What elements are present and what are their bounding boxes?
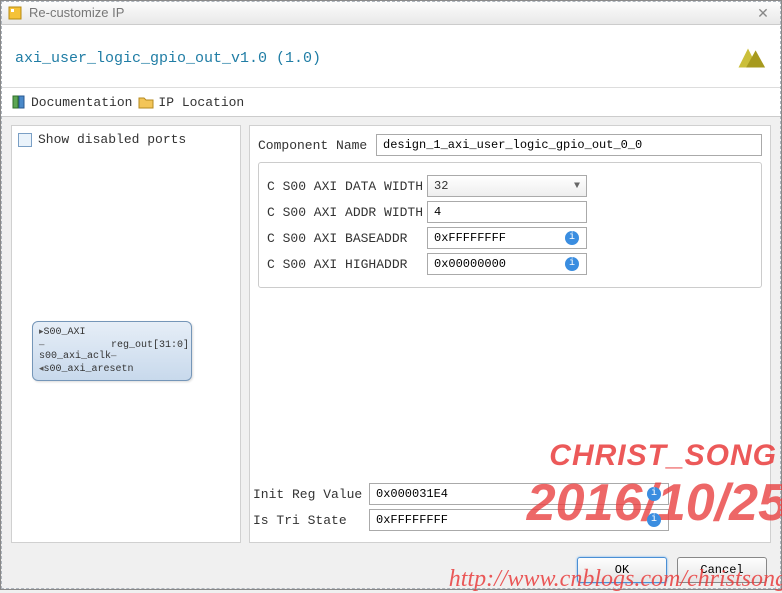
cancel-button[interactable]: Cancel: [677, 557, 767, 583]
highaddr-label: C S00 AXI HIGHADDR: [267, 257, 427, 272]
info-icon[interactable]: i: [647, 487, 661, 501]
info-icon[interactable]: i: [647, 513, 661, 527]
close-icon[interactable]: ✕: [751, 5, 775, 21]
port-reg-out: reg_out[31:0]: [111, 340, 189, 351]
preview-pane: Show disabled ports ▸S00_AXI —s00_axi_ac…: [11, 125, 241, 543]
show-disabled-ports-label: Show disabled ports: [38, 132, 186, 147]
info-icon[interactable]: i: [565, 257, 579, 271]
info-icon[interactable]: i: [565, 231, 579, 245]
show-disabled-ports-checkbox[interactable]: [18, 133, 32, 147]
button-bar: OK Cancel: [577, 557, 767, 583]
documentation-label: Documentation: [31, 95, 132, 110]
data-width-dropdown[interactable]: 32 ▼: [427, 175, 587, 197]
ip-block-diagram[interactable]: ▸S00_AXI —s00_axi_aclkreg_out[31:0]— ◂s0…: [32, 321, 192, 381]
titlebar: Re-customize IP ✕: [1, 1, 781, 25]
tristate-input[interactable]: [369, 509, 669, 531]
show-disabled-ports-row[interactable]: Show disabled ports: [18, 132, 234, 147]
component-name-input[interactable]: [376, 134, 762, 156]
app-icon: [7, 5, 23, 21]
vendor-logo: [729, 39, 767, 77]
book-icon: [11, 94, 27, 110]
ip-location-label: IP Location: [158, 95, 244, 110]
component-name-label: Component Name: [258, 138, 376, 153]
tristate-label: Is Tri State: [253, 513, 369, 528]
port-s00-axi: S00_AXI: [44, 327, 86, 338]
ok-label: OK: [615, 563, 629, 577]
axi-params-group: C S00 AXI DATA WIDTH 32 ▼ C S00 AXI ADDR…: [258, 162, 762, 288]
component-name-row: Component Name: [258, 134, 762, 156]
data-width-value: 32: [434, 179, 448, 193]
folder-icon: [138, 94, 154, 110]
highaddr-input[interactable]: [427, 253, 587, 275]
bottom-fields: Init Reg Value i Is Tri State i: [253, 479, 763, 535]
ok-button[interactable]: OK: [577, 557, 667, 583]
baseaddr-label: C S00 AXI BASEADDR: [267, 231, 427, 246]
port-aclk: s00_axi_aclk: [39, 351, 111, 362]
cancel-label: Cancel: [700, 563, 743, 577]
chevron-down-icon: ▼: [574, 181, 580, 192]
ip-location-button[interactable]: IP Location: [138, 94, 244, 110]
port-aresetn: s00_axi_aresetn: [44, 364, 134, 375]
window-title: Re-customize IP: [29, 5, 124, 20]
addr-width-label: C S00 AXI ADDR WIDTH: [267, 205, 427, 220]
init-reg-label: Init Reg Value: [253, 487, 369, 502]
toolbar: Documentation IP Location: [1, 88, 781, 117]
data-width-label: C S00 AXI DATA WIDTH: [267, 179, 427, 194]
window-controls: ✕: [751, 5, 775, 21]
addr-width-input[interactable]: [427, 201, 587, 223]
init-reg-input[interactable]: [369, 483, 669, 505]
baseaddr-input[interactable]: [427, 227, 587, 249]
documentation-button[interactable]: Documentation: [11, 94, 132, 110]
header: axi_user_logic_gpio_out_v1.0 (1.0): [1, 25, 781, 88]
ip-title: axi_user_logic_gpio_out_v1.0 (1.0): [15, 50, 321, 67]
